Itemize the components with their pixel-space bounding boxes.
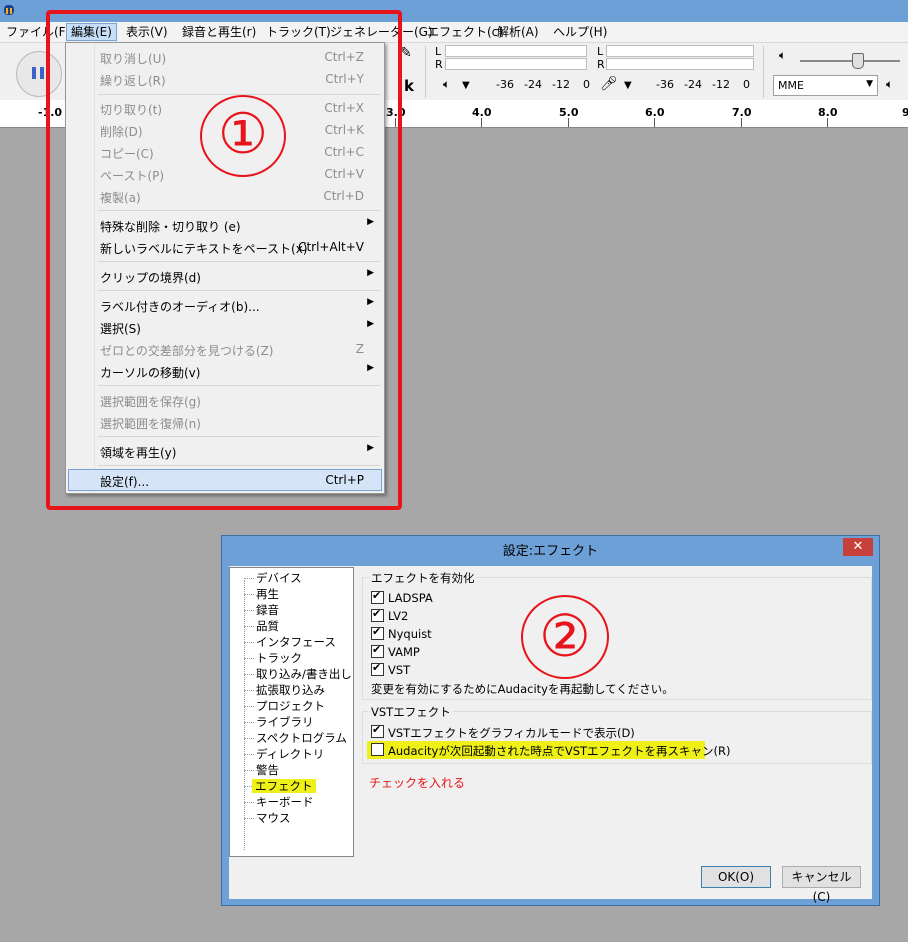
record-meter-right[interactable] (606, 58, 754, 70)
chevron-down-icon[interactable]: ▼ (624, 80, 632, 91)
close-button[interactable]: ✕ (843, 538, 873, 556)
preferences-dialog: 設定:エフェクト ✕ デバイス 再生 録音 品質 インタフェース トラック 取り… (221, 535, 880, 906)
record-meter-left[interactable] (606, 45, 754, 57)
tree-item-recording[interactable]: 録音 (256, 603, 279, 617)
ok-button[interactable]: OK(O) (701, 866, 771, 888)
nyquist-checkbox[interactable] (371, 625, 384, 640)
meter-right-label: R (435, 58, 443, 71)
tree-item-tracks[interactable]: トラック (256, 651, 302, 665)
speaker-icon[interactable]: 🔈︎ (443, 77, 450, 92)
menu-analyze[interactable]: 解析(A) (493, 24, 543, 40)
meter-scale-tick: -36 (656, 78, 674, 91)
vst-label: VST (388, 663, 411, 677)
cancel-button[interactable]: キャンセル(C) (782, 866, 861, 904)
meter-scale-tick: -12 (712, 78, 730, 91)
microphone-icon[interactable]: 🎤︎ (600, 76, 618, 92)
tree-item-projects[interactable]: プロジェクト (256, 699, 325, 713)
playback-volume-slider[interactable] (800, 60, 900, 62)
multi-tool-icon[interactable]: k (404, 77, 414, 95)
vst-rescan-label: Audacityが次回起動された時点でVSTエフェクトを再スキャン(R) (388, 744, 731, 758)
meter-scale-tick: -36 (496, 78, 514, 91)
tree-item-mouse[interactable]: マウス (256, 811, 291, 825)
tree-item-devices[interactable]: デバイス (256, 571, 302, 585)
tree-item-warnings[interactable]: 警告 (256, 763, 279, 777)
dialog-title: 設定:エフェクト (502, 544, 599, 559)
vst-graphical-mode-label: VSTエフェクトをグラフィカルモードで表示(D) (388, 726, 635, 740)
audio-host-value: MME (778, 79, 804, 92)
tree-item-import-export[interactable]: 取り込み/書き出し (256, 667, 352, 681)
meter-scale-tick: -24 (524, 78, 542, 91)
vamp-label: VAMP (388, 645, 420, 659)
dialog-body: デバイス 再生 録音 品質 インタフェース トラック 取り込み/書き出し 拡張取… (229, 566, 872, 904)
menu-help[interactable]: ヘルプ(H) (549, 24, 611, 40)
tree-item-quality[interactable]: 品質 (256, 619, 279, 633)
preferences-category-tree: デバイス 再生 録音 品質 インタフェース トラック 取り込み/書き出し 拡張取… (229, 567, 354, 857)
rec-meter-right-label: R (597, 58, 605, 71)
speaker-icon[interactable]: 🔈︎ (886, 77, 893, 92)
meter-left-label: L (435, 45, 442, 58)
close-icon: ✕ (852, 539, 864, 554)
ladspa-checkbox[interactable] (371, 589, 384, 604)
chevron-down-icon: ▼ (866, 79, 873, 89)
meter-scale-tick: -12 (552, 78, 570, 91)
meter-scale-tick: 0 (743, 78, 750, 91)
volume-icon: 🔈︎ (779, 48, 787, 62)
tree-item-libraries[interactable]: ライブラリ (256, 715, 314, 729)
tree-item-playback[interactable]: 再生 (256, 587, 279, 601)
rec-meter-left-label: L (597, 45, 604, 58)
vst-rescan-checkbox[interactable] (371, 743, 384, 756)
enable-effects-group: エフェクトを有効化 LADSPA LV2 Nyquist VAMP VST 変更… (362, 570, 872, 700)
ruler-tick-label: 9 (902, 106, 908, 119)
audacity-app-icon (4, 5, 14, 15)
vst-checkbox[interactable] (371, 661, 384, 676)
tree-item-interface[interactable]: インタフェース (256, 635, 336, 649)
meter-scale-tick: 0 (583, 78, 590, 91)
vst-effects-group-title: VSTエフェクト (369, 704, 453, 720)
vamp-checkbox[interactable] (371, 643, 384, 658)
vst-effects-group: VSTエフェクト VSTエフェクトをグラフィカルモードで表示(D) Audaci… (362, 704, 872, 764)
playback-meter-right[interactable] (445, 58, 587, 70)
tree-item-extended-import[interactable]: 拡張取り込み (256, 683, 325, 697)
nyquist-label: Nyquist (388, 627, 432, 641)
tree-item-spectrograms[interactable]: スペクトログラム (256, 731, 347, 745)
tree-item-effects[interactable]: エフェクト (252, 779, 316, 793)
tree-item-directories[interactable]: ディレクトリ (256, 747, 324, 761)
tree-item-keyboard[interactable]: キーボード (256, 795, 314, 809)
lv2-checkbox[interactable] (371, 607, 384, 622)
step-2-label: ② (521, 595, 609, 679)
slider-thumb[interactable] (852, 53, 864, 69)
check-instruction-note: チェックを入れる (369, 776, 466, 790)
enable-effects-group-title: エフェクトを有効化 (369, 570, 477, 586)
restart-note: 変更を有効にするためにAudacityを再起動してください。 (371, 682, 674, 696)
toolbar-separator (763, 46, 764, 98)
chevron-down-icon[interactable]: ▼ (462, 80, 470, 91)
step-1-label: ① (200, 95, 286, 177)
playback-meter-left[interactable] (445, 45, 587, 57)
lv2-label: LV2 (388, 609, 409, 623)
ladspa-label: LADSPA (388, 591, 433, 605)
highlight-box (46, 10, 402, 510)
audio-host-select[interactable]: MME ▼ (773, 75, 878, 96)
meter-scale-tick: -24 (684, 78, 702, 91)
toolbar-separator (425, 46, 426, 98)
vst-graphical-mode-checkbox[interactable] (371, 723, 384, 738)
